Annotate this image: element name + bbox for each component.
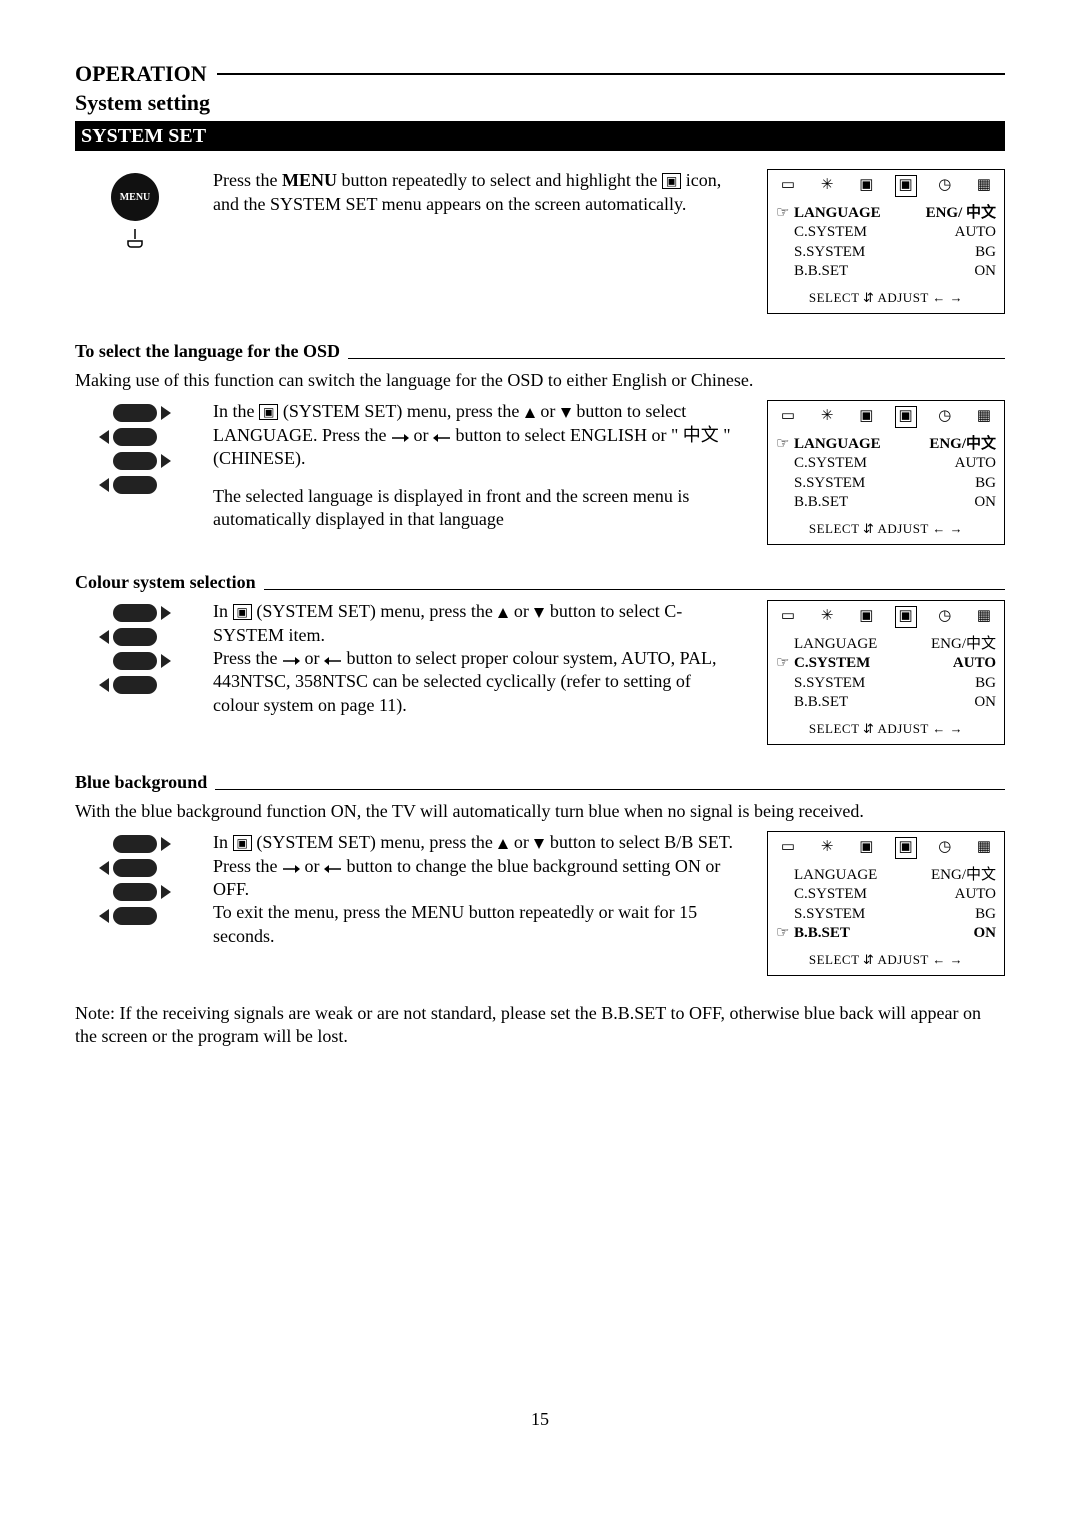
lang-lead: Making use of this function can switch t… [75,369,1005,392]
bb-text: In ▣ (SYSTEM SET) menu, press the or but… [213,831,737,948]
osd-row: LANGUAGEENG/中文 [776,866,996,886]
hand-press-icon [124,227,146,249]
remote-down-icon [113,428,157,446]
page-number: 15 [75,1408,1005,1431]
bb-block: In ▣ (SYSTEM SET) menu, press the or but… [75,831,1005,975]
osd-footer: SELECT ⇵ ADJUST ← → [776,290,996,307]
right-arrow-icon [391,433,409,443]
system-set-icon: ▣ [662,173,681,189]
remote-left-icon [113,476,157,494]
subhead-bb: Blue background [75,771,1005,794]
left-arrow-icon [324,656,342,666]
note-text: Note: If the receiving signals are weak … [75,1002,1005,1049]
menu-circle-icon: MENU [111,173,159,221]
down-triangle-icon [560,407,572,419]
osd-row: LANGUAGEENG/ 中文 [776,204,996,224]
osd-row: B.B.SETON [776,924,996,944]
osd-row: C.SYSTEMAUTO [776,223,996,243]
osd-row: C.SYSTEMAUTO [776,885,996,905]
intro-block: MENU Press the MENU button repeatedly to… [75,169,1005,313]
osd-row: B.B.SETON [776,693,996,713]
osd-row: S.SYSTEMBG [776,905,996,925]
osd-row: LANGUAGEENG/中文 [776,435,996,455]
remote-buttons-illustration [75,831,195,925]
remote-buttons-illustration [75,600,195,694]
lang-text: In the ▣ (SYSTEM SET) menu, press the or… [213,400,737,531]
up-triangle-icon [497,838,509,850]
remote-right-icon [113,452,157,470]
osd-tab-icons: ▭✳▣▣◷▦ [776,176,996,196]
left-arrow-icon [433,433,451,443]
header-rule [217,73,1005,75]
page-subtitle: System setting [75,89,1005,118]
down-triangle-icon [533,838,545,850]
osd-row: S.SYSTEMBG [776,674,996,694]
system-set-icon: ▣ [233,835,252,851]
down-triangle-icon [533,607,545,619]
subhead-language: To select the language for the OSD [75,340,1005,363]
osd-row: B.B.SETON [776,493,996,513]
subhead-csystem: Colour system selection [75,571,1005,594]
osd-preview-main: ▭✳▣▣◷▦ LANGUAGEENG/ 中文C.SYSTEMAUTOS.SYST… [767,169,1005,313]
left-arrow-icon [324,864,342,874]
page-title: OPERATION [75,60,207,89]
osd-row: LANGUAGEENG/中文 [776,635,996,655]
up-triangle-icon [497,607,509,619]
intro-text: Press the MENU button repeatedly to sele… [213,169,737,216]
remote-up-icon [113,404,157,422]
right-arrow-icon [282,656,300,666]
right-arrow-icon [282,864,300,874]
remote-buttons-illustration [75,400,195,494]
up-triangle-icon [524,407,536,419]
osd-preview-bb: ▭✳▣▣◷▦ LANGUAGEENG/中文C.SYSTEMAUTOS.SYSTE… [767,831,1005,975]
menu-button-illustration: MENU [75,169,195,249]
osd-row: B.B.SETON [776,262,996,282]
osd-row: C.SYSTEMAUTO [776,454,996,474]
osd-row: S.SYSTEMBG [776,474,996,494]
osd-preview-csystem: ▭✳▣▣◷▦ LANGUAGEENG/中文C.SYSTEMAUTOS.SYSTE… [767,600,1005,744]
csys-block: In ▣ (SYSTEM SET) menu, press the or but… [75,600,1005,744]
section-bar: SYSTEM SET [75,121,1005,151]
bb-lead: With the blue background function ON, th… [75,800,1005,823]
system-set-icon: ▣ [233,604,252,620]
csys-text: In ▣ (SYSTEM SET) menu, press the or but… [213,600,737,717]
osd-preview-language: ▭✳▣▣◷▦ LANGUAGEENG/中文C.SYSTEMAUTOS.SYSTE… [767,400,1005,544]
osd-row: C.SYSTEMAUTO [776,654,996,674]
lang-block: In the ▣ (SYSTEM SET) menu, press the or… [75,400,1005,544]
header-row: OPERATION [75,60,1005,89]
system-set-icon: ▣ [259,404,278,420]
osd-row: S.SYSTEMBG [776,243,996,263]
